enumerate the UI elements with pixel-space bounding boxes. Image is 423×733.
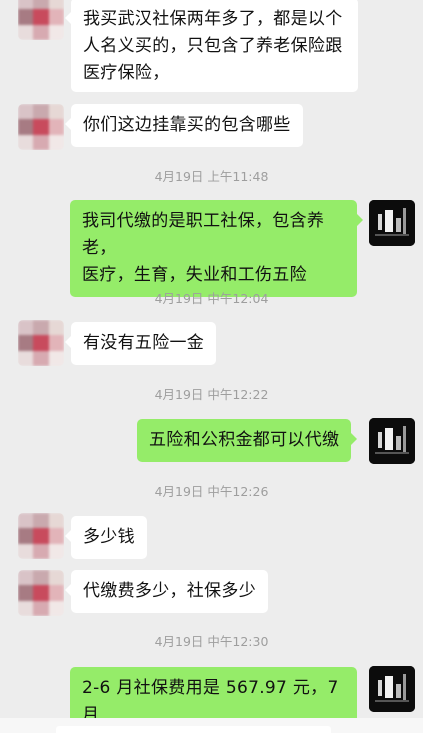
message-text: 五险和公积金都可以代缴 <box>149 430 340 450</box>
message-input[interactable] <box>56 726 331 733</box>
message-bubble[interactable]: 代缴费多少，社保多少 <box>65 570 268 613</box>
message-text: 多少钱 <box>83 527 135 547</box>
timestamp: 4月19日 上午11:48 <box>154 169 269 184</box>
message-bubble[interactable]: 我司代缴的是职工社保，包含养老， 医疗，生育，失业和工伤五险 <box>70 200 363 297</box>
message-text: 我司代缴的是职工社保，包含养老， 医疗，生育，失业和工伤五险 <box>82 211 325 285</box>
contact-avatar[interactable] <box>18 0 64 40</box>
message-bubble[interactable]: 有没有五险一金 <box>64 322 217 365</box>
message-bubble[interactable]: 我买武汉社保两年多了，都是以个 人名义买的，只包含了养老保险跟 医疗保险， <box>65 0 358 92</box>
self-avatar[interactable] <box>369 418 415 464</box>
contact-avatar[interactable] <box>18 513 64 559</box>
contact-avatar[interactable] <box>18 104 64 150</box>
message-bubble[interactable]: 你们这边挂靠买的包含哪些 <box>65 104 303 147</box>
message-text: 有没有五险一金 <box>83 333 205 353</box>
message-text: 我买武汉社保两年多了，都是以个 人名义买的，只包含了养老保险跟 医疗保险， <box>83 9 343 83</box>
self-avatar[interactable] <box>369 666 415 712</box>
self-avatar[interactable] <box>369 200 415 246</box>
contact-avatar[interactable] <box>18 320 64 366</box>
message-text: 代缴费多少，社保多少 <box>83 581 256 601</box>
message-bubble[interactable]: 多少钱 <box>65 516 147 559</box>
timestamp: 4月19日 中午12:22 <box>154 387 269 402</box>
timestamp: 4月19日 中午12:04 <box>154 291 269 306</box>
message-text: 你们这边挂靠买的包含哪些 <box>83 115 291 135</box>
timestamp: 4月19日 中午12:26 <box>154 484 269 499</box>
message-bubble[interactable]: 五险和公积金都可以代缴 <box>137 419 358 462</box>
timestamp: 4月19日 中午12:30 <box>154 634 269 649</box>
contact-avatar[interactable] <box>18 570 64 616</box>
chat-window[interactable]: 我买武汉社保两年多了，都是以个 人名义买的，只包含了养老保险跟 医疗保险， 你们… <box>0 0 423 733</box>
